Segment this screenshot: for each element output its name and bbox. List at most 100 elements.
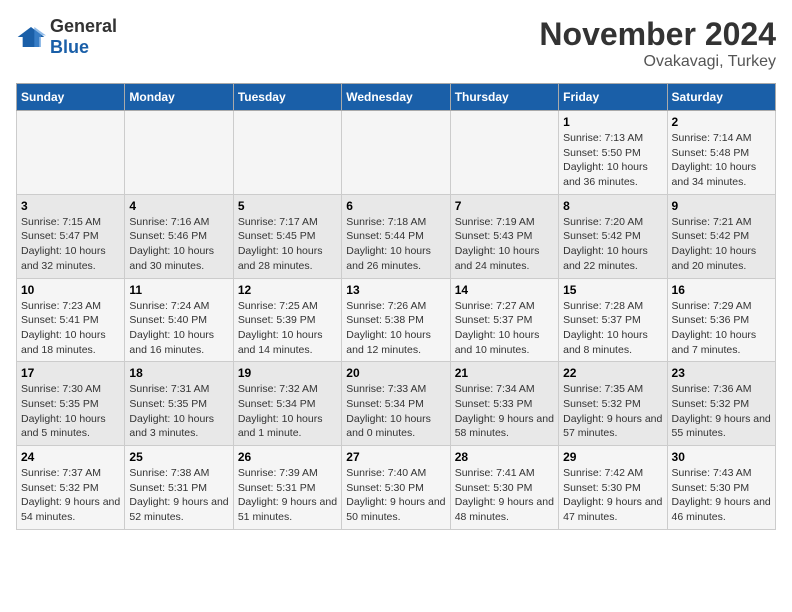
- day-info: Sunrise: 7:21 AM Sunset: 5:42 PM Dayligh…: [672, 215, 771, 274]
- day-number: 13: [346, 283, 445, 297]
- day-info: Sunrise: 7:19 AM Sunset: 5:43 PM Dayligh…: [455, 215, 554, 274]
- day-header-sunday: Sunday: [17, 84, 125, 111]
- day-info: Sunrise: 7:20 AM Sunset: 5:42 PM Dayligh…: [563, 215, 662, 274]
- calendar-cell: 16 Sunrise: 7:29 AM Sunset: 5:36 PM Dayli…: [667, 278, 775, 362]
- calendar-week-row: 17Sunrise: 7:30 AM Sunset: 5:35 PM Dayli…: [17, 362, 776, 446]
- day-header-saturday: Saturday: [667, 84, 775, 111]
- calendar-cell: 9 Sunrise: 7:21 AM Sunset: 5:42 PM Daylig…: [667, 194, 775, 278]
- calendar-cell: 17Sunrise: 7:30 AM Sunset: 5:35 PM Dayli…: [17, 362, 125, 446]
- day-info: Sunrise: 7:32 AM Sunset: 5:34 PM Dayligh…: [238, 382, 337, 441]
- calendar-cell: [233, 111, 341, 195]
- day-info: Sunrise: 7:30 AM Sunset: 5:35 PM Dayligh…: [21, 382, 120, 441]
- day-number: 16: [672, 283, 771, 297]
- calendar-cell: 11Sunrise: 7:24 AM Sunset: 5:40 PM Dayli…: [125, 278, 233, 362]
- calendar-cell: 12Sunrise: 7:25 AM Sunset: 5:39 PM Dayli…: [233, 278, 341, 362]
- day-number: 6: [346, 199, 445, 213]
- day-number: 18: [129, 366, 228, 380]
- calendar-cell: 30Sunrise: 7:43 AM Sunset: 5:30 PM Dayli…: [667, 446, 775, 530]
- day-number: 21: [455, 366, 554, 380]
- calendar-cell: 22 Sunrise: 7:35 AM Sunset: 5:32 PM Dayli…: [559, 362, 667, 446]
- day-info: Sunrise: 7:14 AM Sunset: 5:48 PM Dayligh…: [672, 131, 771, 190]
- day-number: 4: [129, 199, 228, 213]
- day-header-friday: Friday: [559, 84, 667, 111]
- day-number: 30: [672, 450, 771, 464]
- calendar-cell: 2 Sunrise: 7:14 AM Sunset: 5:48 PM Daylig…: [667, 111, 775, 195]
- day-info: Sunrise: 7:15 AM Sunset: 5:47 PM Dayligh…: [21, 215, 120, 274]
- day-info: Sunrise: 7:24 AM Sunset: 5:40 PM Dayligh…: [129, 299, 228, 358]
- calendar-cell: 26Sunrise: 7:39 AM Sunset: 5:31 PM Dayli…: [233, 446, 341, 530]
- day-info: Sunrise: 7:27 AM Sunset: 5:37 PM Dayligh…: [455, 299, 554, 358]
- logo: General Blue: [16, 16, 117, 58]
- day-number: 1: [563, 115, 662, 129]
- day-number: 2: [672, 115, 771, 129]
- day-number: 19: [238, 366, 337, 380]
- logo-text: General Blue: [50, 16, 117, 58]
- calendar-cell: 27 Sunrise: 7:40 AM Sunset: 5:30 PM Dayli…: [342, 446, 450, 530]
- day-info: Sunrise: 7:35 AM Sunset: 5:32 PM Dayligh…: [563, 382, 662, 441]
- day-number: 10: [21, 283, 120, 297]
- day-info: Sunrise: 7:23 AM Sunset: 5:41 PM Dayligh…: [21, 299, 120, 358]
- location-subtitle: Ovakavagi, Turkey: [539, 53, 776, 71]
- day-number: 26: [238, 450, 337, 464]
- day-info: Sunrise: 7:36 AM Sunset: 5:32 PM Dayligh…: [672, 382, 771, 441]
- calendar-cell: [125, 111, 233, 195]
- calendar-cell: 7 Sunrise: 7:19 AM Sunset: 5:43 PM Daylig…: [450, 194, 558, 278]
- calendar-cell: 5Sunrise: 7:17 AM Sunset: 5:45 PM Daylig…: [233, 194, 341, 278]
- day-info: Sunrise: 7:33 AM Sunset: 5:34 PM Dayligh…: [346, 382, 445, 441]
- day-number: 22: [563, 366, 662, 380]
- title-block: November 2024 Ovakavagi, Turkey: [539, 16, 776, 71]
- day-number: 7: [455, 199, 554, 213]
- calendar-cell: 29 Sunrise: 7:42 AM Sunset: 5:30 PM Dayli…: [559, 446, 667, 530]
- day-info: Sunrise: 7:34 AM Sunset: 5:33 PM Dayligh…: [455, 382, 554, 441]
- calendar-week-row: 24Sunrise: 7:37 AM Sunset: 5:32 PM Dayli…: [17, 446, 776, 530]
- calendar-cell: 24Sunrise: 7:37 AM Sunset: 5:32 PM Dayli…: [17, 446, 125, 530]
- day-info: Sunrise: 7:13 AM Sunset: 5:50 PM Dayligh…: [563, 131, 662, 190]
- day-info: Sunrise: 7:38 AM Sunset: 5:31 PM Dayligh…: [129, 466, 228, 525]
- day-info: Sunrise: 7:29 AM Sunset: 5:36 PM Dayligh…: [672, 299, 771, 358]
- calendar-cell: 21 Sunrise: 7:34 AM Sunset: 5:33 PM Dayli…: [450, 362, 558, 446]
- day-number: 14: [455, 283, 554, 297]
- day-info: Sunrise: 7:18 AM Sunset: 5:44 PM Dayligh…: [346, 215, 445, 274]
- day-header-wednesday: Wednesday: [342, 84, 450, 111]
- day-number: 3: [21, 199, 120, 213]
- calendar-cell: 10 Sunrise: 7:23 AM Sunset: 5:41 PM Dayli…: [17, 278, 125, 362]
- day-number: 20: [346, 366, 445, 380]
- day-number: 15: [563, 283, 662, 297]
- calendar-cell: 18Sunrise: 7:31 AM Sunset: 5:35 PM Dayli…: [125, 362, 233, 446]
- day-header-tuesday: Tuesday: [233, 84, 341, 111]
- day-number: 8: [563, 199, 662, 213]
- day-number: 23: [672, 366, 771, 380]
- day-info: Sunrise: 7:28 AM Sunset: 5:37 PM Dayligh…: [563, 299, 662, 358]
- day-number: 9: [672, 199, 771, 213]
- day-header-thursday: Thursday: [450, 84, 558, 111]
- calendar-cell: [17, 111, 125, 195]
- day-number: 27: [346, 450, 445, 464]
- calendar-cell: 28Sunrise: 7:41 AM Sunset: 5:30 PM Dayli…: [450, 446, 558, 530]
- logo-blue: Blue: [50, 37, 89, 57]
- calendar-table: SundayMondayTuesdayWednesdayThursdayFrid…: [16, 83, 776, 530]
- calendar-week-row: 3 Sunrise: 7:15 AM Sunset: 5:47 PM Daylig…: [17, 194, 776, 278]
- day-info: Sunrise: 7:16 AM Sunset: 5:46 PM Dayligh…: [129, 215, 228, 274]
- day-info: Sunrise: 7:26 AM Sunset: 5:38 PM Dayligh…: [346, 299, 445, 358]
- day-number: 5: [238, 199, 337, 213]
- day-info: Sunrise: 7:42 AM Sunset: 5:30 PM Dayligh…: [563, 466, 662, 525]
- calendar-week-row: 1 Sunrise: 7:13 AM Sunset: 5:50 PM Daylig…: [17, 111, 776, 195]
- calendar-cell: 3 Sunrise: 7:15 AM Sunset: 5:47 PM Daylig…: [17, 194, 125, 278]
- day-info: Sunrise: 7:40 AM Sunset: 5:30 PM Dayligh…: [346, 466, 445, 525]
- calendar-week-row: 10 Sunrise: 7:23 AM Sunset: 5:41 PM Dayli…: [17, 278, 776, 362]
- calendar-cell: 1 Sunrise: 7:13 AM Sunset: 5:50 PM Daylig…: [559, 111, 667, 195]
- logo-icon: [16, 25, 46, 49]
- calendar-cell: 14 Sunrise: 7:27 AM Sunset: 5:37 PM Dayli…: [450, 278, 558, 362]
- page-header: General Blue November 2024 Ovakavagi, Tu…: [16, 16, 776, 71]
- calendar-cell: 19 Sunrise: 7:32 AM Sunset: 5:34 PM Dayli…: [233, 362, 341, 446]
- calendar-header-row: SundayMondayTuesdayWednesdayThursdayFrid…: [17, 84, 776, 111]
- day-number: 25: [129, 450, 228, 464]
- day-info: Sunrise: 7:37 AM Sunset: 5:32 PM Dayligh…: [21, 466, 120, 525]
- calendar-cell: 25 Sunrise: 7:38 AM Sunset: 5:31 PM Dayli…: [125, 446, 233, 530]
- calendar-cell: 20 Sunrise: 7:33 AM Sunset: 5:34 PM Dayli…: [342, 362, 450, 446]
- day-header-monday: Monday: [125, 84, 233, 111]
- calendar-cell: 23 Sunrise: 7:36 AM Sunset: 5:32 PM Dayli…: [667, 362, 775, 446]
- calendar-cell: 4 Sunrise: 7:16 AM Sunset: 5:46 PM Daylig…: [125, 194, 233, 278]
- day-number: 28: [455, 450, 554, 464]
- day-number: 29: [563, 450, 662, 464]
